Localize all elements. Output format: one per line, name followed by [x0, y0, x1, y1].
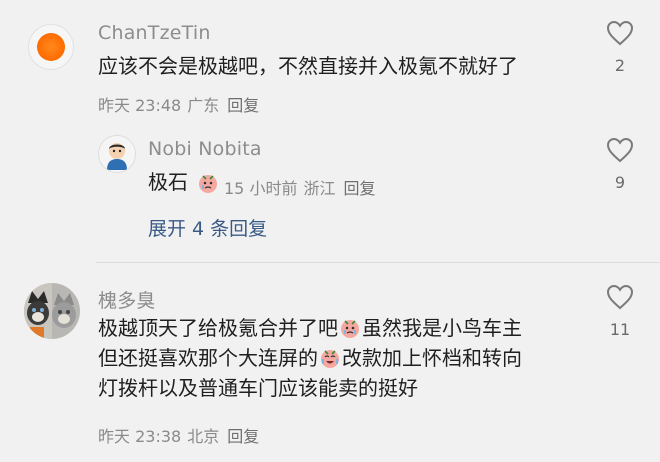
like-button[interactable]: 11: [603, 284, 637, 339]
comment-meta: 昨天 23:38 北京 回复: [98, 423, 265, 447]
comment-text-line: 但还挺喜欢那个大连屏的 改款加上怀档和转向: [98, 344, 522, 373]
comment-username[interactable]: ChanTzeTin: [98, 22, 211, 44]
like-button[interactable]: 2: [603, 20, 637, 75]
crying-face-emoji: [199, 175, 217, 193]
cartoon-boy-avatar-icon: [99, 136, 135, 172]
avatar[interactable]: [28, 24, 74, 70]
comment-location: 广东: [187, 96, 220, 115]
reply-location: 浙江: [303, 179, 336, 198]
heart-outline-icon: [606, 284, 634, 310]
reply-button[interactable]: 回复: [227, 427, 259, 446]
comment-meta: 昨天 23:48 广东 回复: [98, 92, 265, 116]
reply-meta: 15 小时前 浙江 回复: [224, 175, 381, 199]
reply-text: 极石: [148, 168, 188, 197]
like-count: 2: [614, 56, 626, 75]
reply-text-content: 极石: [148, 170, 188, 194]
divider: [96, 262, 660, 263]
like-count: 11: [609, 320, 631, 339]
reply-button[interactable]: 回复: [227, 96, 259, 115]
comment-text-segment: 极越顶天了给极氪合并了吧: [98, 316, 338, 340]
crying-face-emoji: [341, 320, 359, 338]
comment-text: 应该不会是极越吧，不然直接并入极氪不就好了: [98, 54, 518, 78]
comment-time: 昨天 23:38: [98, 427, 182, 446]
comment-text-line: 极越顶天了给极氪合并了吧 虽然我是小鸟车主: [98, 314, 522, 343]
cat-photo-avatar-icon: [24, 283, 80, 339]
avatar[interactable]: [24, 283, 80, 339]
reply-button[interactable]: 回复: [343, 179, 375, 198]
heart-outline-icon: [606, 137, 634, 163]
orange-dot-avatar-icon: [37, 33, 65, 61]
like-count: 9: [614, 173, 626, 192]
avatar[interactable]: [98, 135, 136, 173]
comment-username[interactable]: 槐多臭: [98, 286, 156, 313]
comment-text-segment: 虽然我是小鸟车主: [362, 316, 522, 340]
reply-username[interactable]: Nobi Nobita: [148, 138, 262, 160]
heart-outline-icon: [606, 20, 634, 46]
comment-text-segment: 改款加上怀档和转向: [342, 346, 522, 370]
comment-text-line: 灯拨杆以及普通车门应该能卖的挺好: [98, 376, 418, 400]
expand-replies-link[interactable]: 展开 4 条回复: [148, 214, 267, 241]
comment-text-segment: 但还挺喜欢那个大连屏的: [98, 346, 318, 370]
laughing-tears-emoji: [321, 350, 339, 368]
like-button[interactable]: 9: [603, 137, 637, 192]
comment-time: 昨天 23:48: [98, 96, 182, 115]
reply-time: 15 小时前: [224, 179, 298, 198]
comment-location: 北京: [187, 427, 220, 446]
